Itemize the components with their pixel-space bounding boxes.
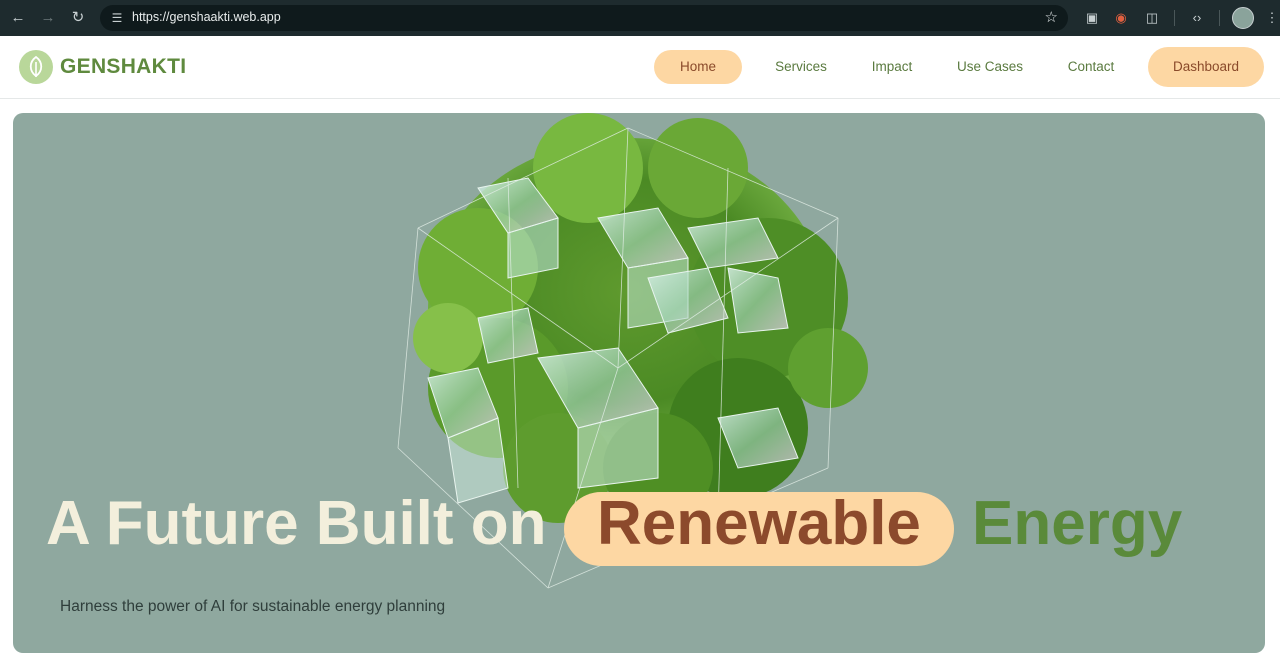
toolbar-divider xyxy=(1219,10,1220,26)
site-header: GENSHAKTI Home Services Impact Use Cases… xyxy=(0,36,1280,99)
extensions-puzzle-icon[interactable]: ◫ xyxy=(1141,7,1163,29)
url-text[interactable]: https://genshaakti.web.app xyxy=(132,10,281,24)
nav-home[interactable]: Home xyxy=(654,50,742,84)
nav-impact[interactable]: Impact xyxy=(866,50,918,84)
hero-subtitle: Harness the power of AI for sustainable … xyxy=(60,598,446,615)
back-icon[interactable]: ← xyxy=(7,7,29,29)
forward-icon[interactable]: → xyxy=(37,7,59,29)
cast-extension-icon[interactable]: ▣ xyxy=(1081,7,1103,29)
profile-avatar[interactable] xyxy=(1232,7,1254,29)
browser-toolbar: ← → ↻ ☰ https://genshaakti.web.app ☆ ▣ ◉… xyxy=(0,0,1280,36)
headline-part1: A Future Built on xyxy=(46,489,547,558)
toolbar-divider xyxy=(1174,10,1175,26)
reload-icon[interactable]: ↻ xyxy=(67,7,89,29)
leaf-logo-icon[interactable] xyxy=(19,50,53,84)
headline-highlight: Renewable xyxy=(597,489,921,558)
bookmark-star-icon[interactable]: ☆ xyxy=(1045,8,1058,26)
devtools-code-icon[interactable]: ‹› xyxy=(1186,7,1208,29)
headline-part3: Energy xyxy=(972,489,1183,558)
dashboard-button[interactable]: Dashboard xyxy=(1148,47,1264,87)
brand-name[interactable]: GENSHAKTI xyxy=(60,55,186,79)
fox-extension-icon[interactable]: ◉ xyxy=(1110,7,1132,29)
nav-services[interactable]: Services xyxy=(768,50,834,84)
nav-contact[interactable]: Contact xyxy=(1062,50,1120,84)
nav-use-cases[interactable]: Use Cases xyxy=(952,50,1028,84)
site-info-icon[interactable]: ☰ xyxy=(108,9,126,27)
hero-section: A Future Built on Renewable Energy Harne… xyxy=(13,113,1265,653)
address-bar[interactable]: ☰ https://genshaakti.web.app ☆ xyxy=(100,5,1068,31)
more-menu-icon[interactable]: ⋮ xyxy=(1261,7,1280,29)
